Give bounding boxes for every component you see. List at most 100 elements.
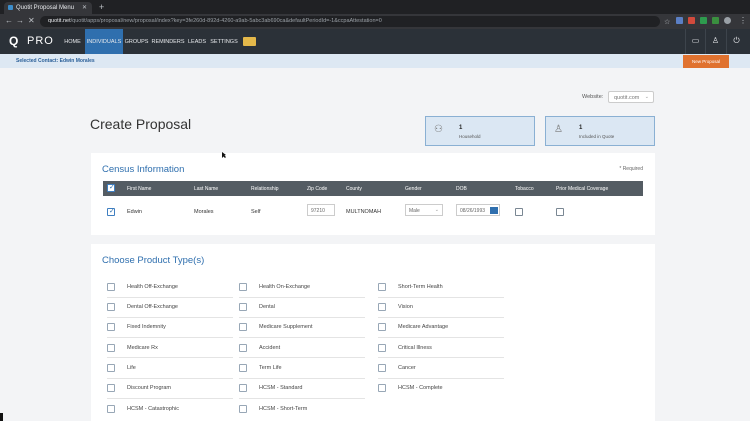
extension-icon[interactable] — [688, 17, 695, 24]
favicon-icon — [8, 5, 13, 10]
chat-icon[interactable]: ▭ — [685, 29, 705, 54]
stop-loading-icon[interactable]: ✕ — [28, 16, 35, 25]
browser-menu-icon[interactable]: ⋮ — [739, 16, 747, 25]
product-checkbox[interactable] — [107, 344, 115, 352]
url-field[interactable]: quotit.net/quotit/apps/proposal/new/prop… — [40, 16, 660, 27]
th-gender: Gender — [405, 186, 422, 192]
power-icon[interactable]: ⏻ — [726, 29, 746, 54]
browser-tab[interactable]: Quotit Proposal Menu ✕ — [4, 2, 92, 14]
logo-text: PRO — [27, 35, 54, 47]
product-checkbox[interactable] — [239, 283, 247, 291]
product-checkbox[interactable] — [378, 384, 386, 392]
product-checkbox[interactable] — [378, 283, 386, 291]
divider — [239, 297, 365, 298]
product-label: Critical Illness — [398, 345, 432, 351]
include-row-checkbox[interactable] — [107, 207, 115, 216]
product-checkbox[interactable] — [239, 323, 247, 331]
tobacco-checkbox[interactable] — [515, 208, 523, 216]
household-count: 1 — [459, 125, 463, 131]
product-checkbox[interactable] — [239, 384, 247, 392]
required-note: * Required — [619, 166, 643, 172]
select-all-checkbox[interactable] — [107, 183, 115, 192]
calendar-icon[interactable] — [490, 207, 498, 214]
tab-title: Quotit Proposal Menu — [16, 5, 75, 11]
last-name-value: Morales — [194, 209, 214, 215]
product-checkbox[interactable] — [107, 405, 115, 413]
zip-code-input[interactable]: 97210 — [307, 204, 335, 216]
included-card: ♙ 1 Included in Quote — [545, 116, 655, 146]
forward-icon[interactable]: → — [16, 16, 24, 25]
extension-icon[interactable] — [712, 17, 719, 24]
nav-reminders[interactable]: REMINDERS — [150, 29, 186, 54]
selected-contact-bar: Selected Contact: Edwin Morales — [0, 54, 750, 68]
th-first-name: First Name — [127, 186, 152, 192]
product-checkbox[interactable] — [107, 364, 115, 372]
product-checkbox[interactable] — [239, 344, 247, 352]
product-label: HCSM - Short-Term — [259, 406, 308, 412]
tab-close-icon[interactable]: ✕ — [82, 4, 87, 11]
divider — [378, 357, 504, 358]
product-checkbox[interactable] — [378, 364, 386, 372]
nav-settings[interactable]: SETTINGS — [208, 29, 240, 54]
chevron-down-icon: ⌄ — [644, 94, 649, 100]
profile-avatar-icon[interactable] — [724, 17, 731, 24]
quotit-logo-icon[interactable]: Q — [9, 34, 21, 48]
selected-contact-label: Selected Contact: Edwin Morales — [16, 58, 95, 64]
th-relationship: Relationship — [251, 186, 279, 192]
divider — [107, 357, 233, 358]
bookmark-star-icon[interactable]: ☆ — [664, 18, 670, 26]
website-select[interactable]: quotit.com ⌄ — [608, 91, 654, 103]
extension-icon[interactable] — [676, 17, 683, 24]
prior-coverage-checkbox[interactable] — [556, 208, 564, 216]
product-checkbox[interactable] — [378, 344, 386, 352]
divider — [107, 317, 233, 318]
promo-badge-icon[interactable] — [243, 37, 256, 46]
new-tab-button[interactable]: + — [99, 2, 104, 12]
th-county: County — [346, 186, 362, 192]
product-label: Health Off-Exchange — [127, 284, 178, 290]
census-table-header: First Name Last Name Relationship Zip Co… — [103, 181, 643, 196]
scroll-marker — [0, 413, 3, 421]
product-checkbox[interactable] — [239, 303, 247, 311]
product-label: Dental Off-Exchange — [127, 304, 178, 310]
nav-groups[interactable]: GROUPS — [123, 29, 150, 54]
included-label: Included in Quote — [579, 134, 615, 139]
product-checkbox[interactable] — [239, 405, 247, 413]
product-label: Fixed Indemnity — [127, 324, 166, 330]
gender-select[interactable]: Male ⌄ — [405, 204, 443, 216]
product-checkbox[interactable] — [107, 303, 115, 311]
browser-tab-bar: Quotit Proposal Menu ✕ + — [0, 0, 750, 14]
nav-leads[interactable]: LEADS — [186, 29, 208, 54]
divider — [378, 317, 504, 318]
product-checkbox[interactable] — [239, 364, 247, 372]
product-checkbox[interactable] — [107, 323, 115, 331]
nav-home[interactable]: HOME — [60, 29, 85, 54]
product-types-title: Choose Product Type(s) — [102, 255, 205, 266]
new-proposal-button[interactable]: New Proposal — [683, 55, 729, 68]
product-checkbox[interactable] — [107, 283, 115, 291]
user-icon[interactable]: ♙ — [705, 29, 725, 54]
first-name-value: Edwin — [127, 209, 142, 215]
website-value: quotit.com — [614, 95, 640, 101]
divider — [378, 378, 504, 379]
extension-icon[interactable] — [700, 17, 707, 24]
browser-address-bar: ← → ✕ quotit.net/quotit/apps/proposal/ne… — [0, 14, 750, 29]
dob-input[interactable]: 08/26/1993 — [456, 204, 500, 216]
back-icon[interactable]: ← — [5, 16, 13, 25]
mouse-cursor-icon — [222, 152, 226, 158]
included-count: 1 — [579, 125, 583, 131]
page-title: Create Proposal — [90, 116, 192, 132]
nav-individuals[interactable]: INDIVIDUALS — [85, 29, 123, 54]
divider — [107, 378, 233, 379]
product-label: Accident — [259, 345, 281, 351]
divider — [239, 378, 365, 379]
dob-value: 08/26/1993 — [460, 208, 486, 214]
product-checkbox[interactable] — [107, 384, 115, 392]
person-icon: ♙ — [554, 124, 563, 135]
product-label: Vision — [398, 304, 413, 310]
product-checkbox[interactable] — [378, 323, 386, 331]
product-checkbox[interactable] — [378, 303, 386, 311]
th-tobacco: Tobacco — [515, 186, 534, 192]
product-label: HCSM - Complete — [398, 385, 443, 391]
divider — [239, 337, 365, 338]
